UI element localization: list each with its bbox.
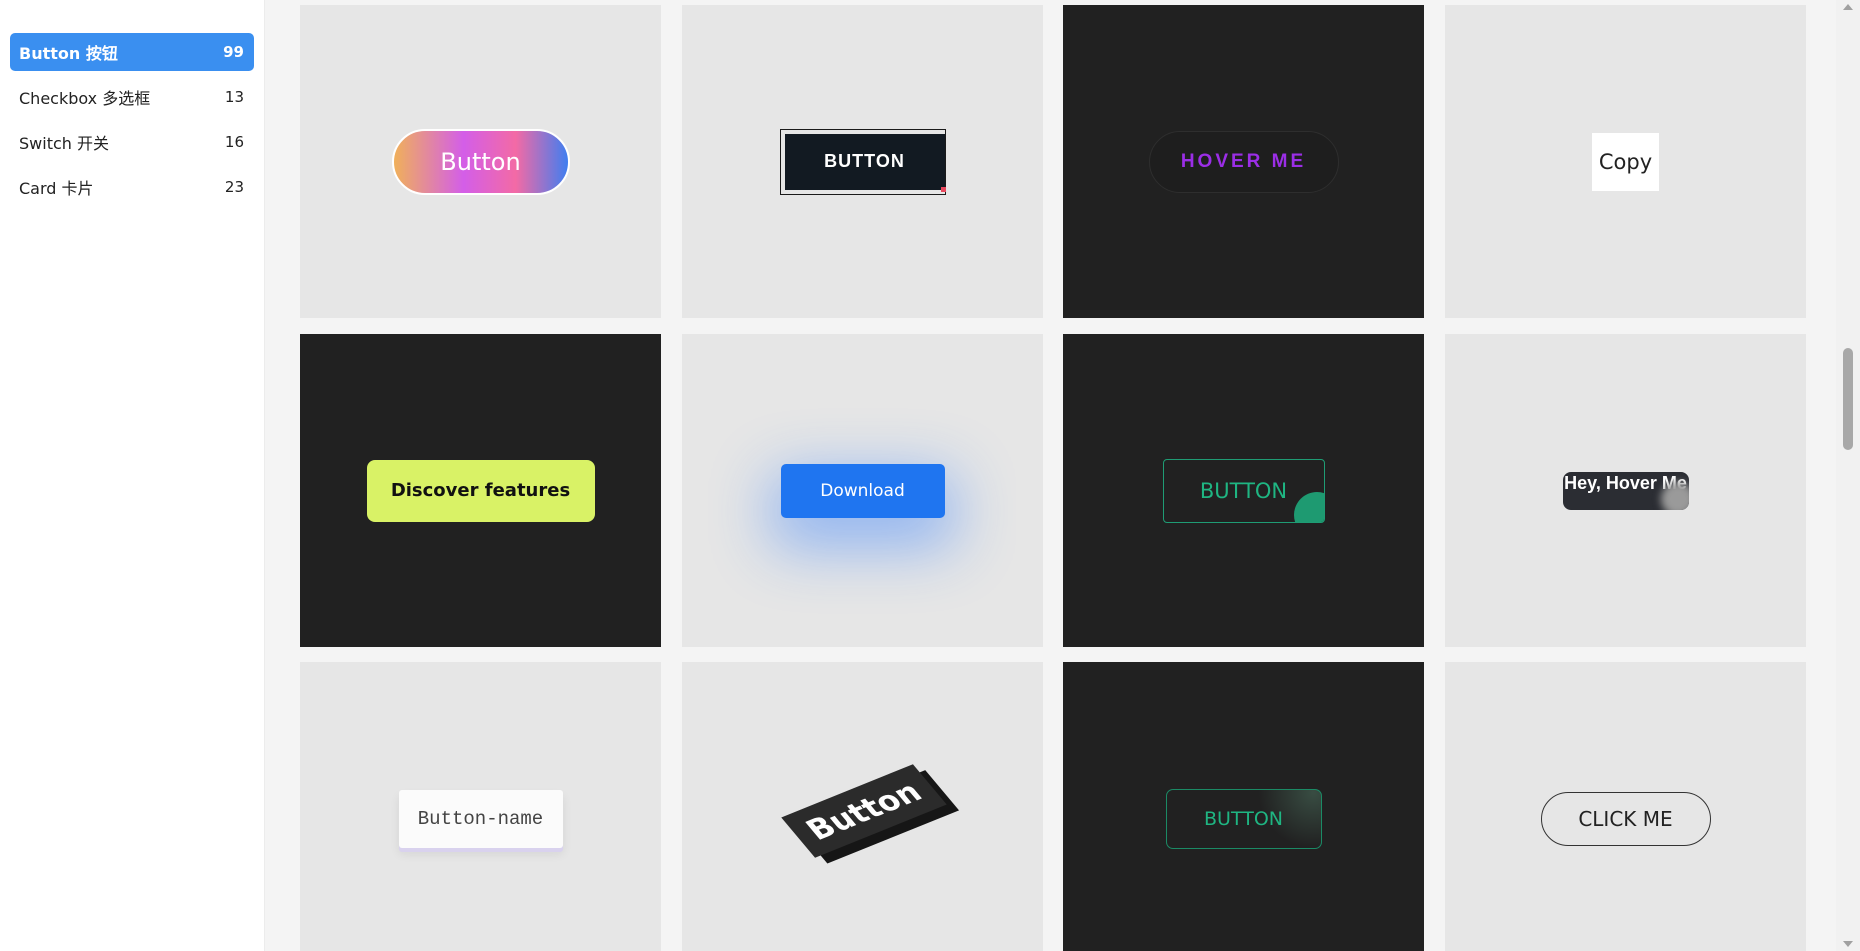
boxed-button[interactable]: BUTTON: [779, 128, 946, 195]
card-copy-button[interactable]: Copy: [1445, 5, 1806, 318]
button-name-button[interactable]: Button-name: [398, 789, 563, 848]
boxed-button-label: BUTTON: [784, 133, 945, 190]
app-window: Button 按钮 99 Checkbox 多选框 13 Switch 开关 1…: [0, 0, 1860, 951]
card-download-button[interactable]: Download: [682, 334, 1043, 647]
component-grid: Button BUTTON HOVER ME Copy Discover fea…: [265, 0, 1836, 951]
sidebar-item-button[interactable]: Button 按钮 99: [10, 33, 254, 71]
card-click-me-button[interactable]: CLICK ME: [1445, 662, 1806, 951]
hey-hover-me-button[interactable]: Hey, Hover Me: [1562, 471, 1689, 510]
card-green-outline-button[interactable]: BUTTON: [1063, 334, 1424, 647]
card-button-name[interactable]: Button-name: [300, 662, 661, 951]
sidebar-item-label: Checkbox 多选框: [19, 89, 151, 108]
sidebar-item-label: Switch 开关: [19, 134, 109, 153]
card-green-glow-button[interactable]: BUTTON: [1063, 662, 1424, 951]
green-outline-button[interactable]: BUTTON: [1162, 458, 1325, 523]
sidebar-item-label: Button 按钮: [19, 44, 118, 63]
isometric-button[interactable]: Button: [780, 763, 947, 858]
click-me-button[interactable]: CLICK ME: [1540, 791, 1711, 846]
scroll-up-arrow-icon[interactable]: [1843, 4, 1853, 10]
sidebar-item-count: 23: [224, 178, 244, 196]
sidebar-item-count: 16: [224, 133, 244, 151]
card-gradient-button[interactable]: Button: [300, 5, 661, 318]
card-isometric-button[interactable]: Button: [682, 662, 1043, 951]
download-button[interactable]: Download: [780, 463, 945, 518]
green-outline-button-label: BUTTON: [1199, 478, 1288, 503]
sidebar-item-checkbox[interactable]: Checkbox 多选框 13: [10, 78, 254, 116]
scroll-down-arrow-icon[interactable]: [1843, 941, 1853, 947]
green-glow-button[interactable]: BUTTON: [1165, 788, 1322, 849]
sidebar: Button 按钮 99 Checkbox 多选框 13 Switch 开关 1…: [0, 0, 265, 951]
sidebar-item-card[interactable]: Card 卡片 23: [10, 168, 254, 206]
gradient-button[interactable]: Button: [391, 128, 570, 195]
sidebar-item-label: Card 卡片: [19, 179, 94, 198]
discover-features-button[interactable]: Discover features: [366, 459, 595, 522]
isometric-button-wrapper: Button: [780, 763, 947, 874]
scrollbar-thumb[interactable]: [1843, 348, 1853, 450]
quarter-circle-icon: [1293, 491, 1324, 522]
sidebar-item-switch[interactable]: Switch 开关 16: [10, 123, 254, 161]
card-hey-hover-button[interactable]: Hey, Hover Me: [1445, 334, 1806, 647]
sidebar-item-count: 99: [223, 43, 244, 61]
vertical-scrollbar[interactable]: [1836, 0, 1860, 951]
copy-button[interactable]: Copy: [1592, 132, 1659, 191]
sidebar-item-count: 13: [224, 88, 244, 106]
card-hover-me-button[interactable]: HOVER ME: [1063, 5, 1424, 318]
corner-dot-icon: [940, 186, 946, 192]
card-discover-button[interactable]: Discover features: [300, 334, 661, 647]
card-boxed-button[interactable]: BUTTON: [682, 5, 1043, 318]
hover-me-button[interactable]: HOVER ME: [1148, 130, 1339, 193]
